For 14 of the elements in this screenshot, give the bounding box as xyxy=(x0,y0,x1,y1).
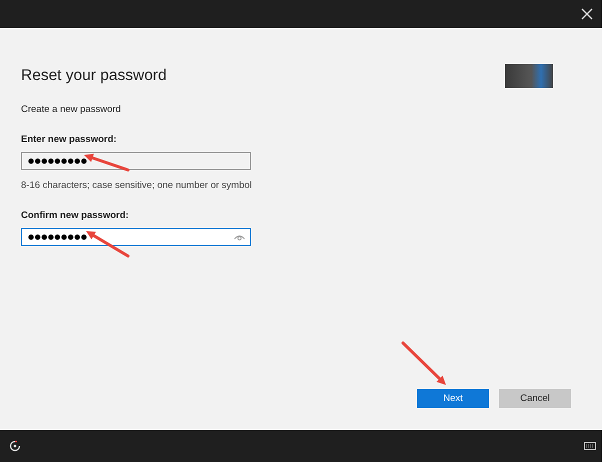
photo-placeholder xyxy=(505,64,553,88)
eye-icon[interactable] xyxy=(234,234,245,240)
hint-text: 8-16 characters; case sensitive; one number or symbol xyxy=(21,180,253,191)
accessibility-icon[interactable] xyxy=(9,440,21,452)
field-label: Enter new password: xyxy=(21,134,118,145)
annotation-arrow xyxy=(86,231,130,258)
field-label: Confirm new password: xyxy=(21,210,130,221)
subtitle: Create a new password xyxy=(21,104,122,115)
annotation-arrow xyxy=(402,342,446,385)
cancel-button[interactable]: Cancel xyxy=(499,389,571,408)
page-title: Reset your password xyxy=(21,67,167,85)
keyboard-icon[interactable] xyxy=(584,442,596,450)
next-button[interactable]: Next xyxy=(417,389,489,408)
close-button[interactable] xyxy=(580,7,594,21)
